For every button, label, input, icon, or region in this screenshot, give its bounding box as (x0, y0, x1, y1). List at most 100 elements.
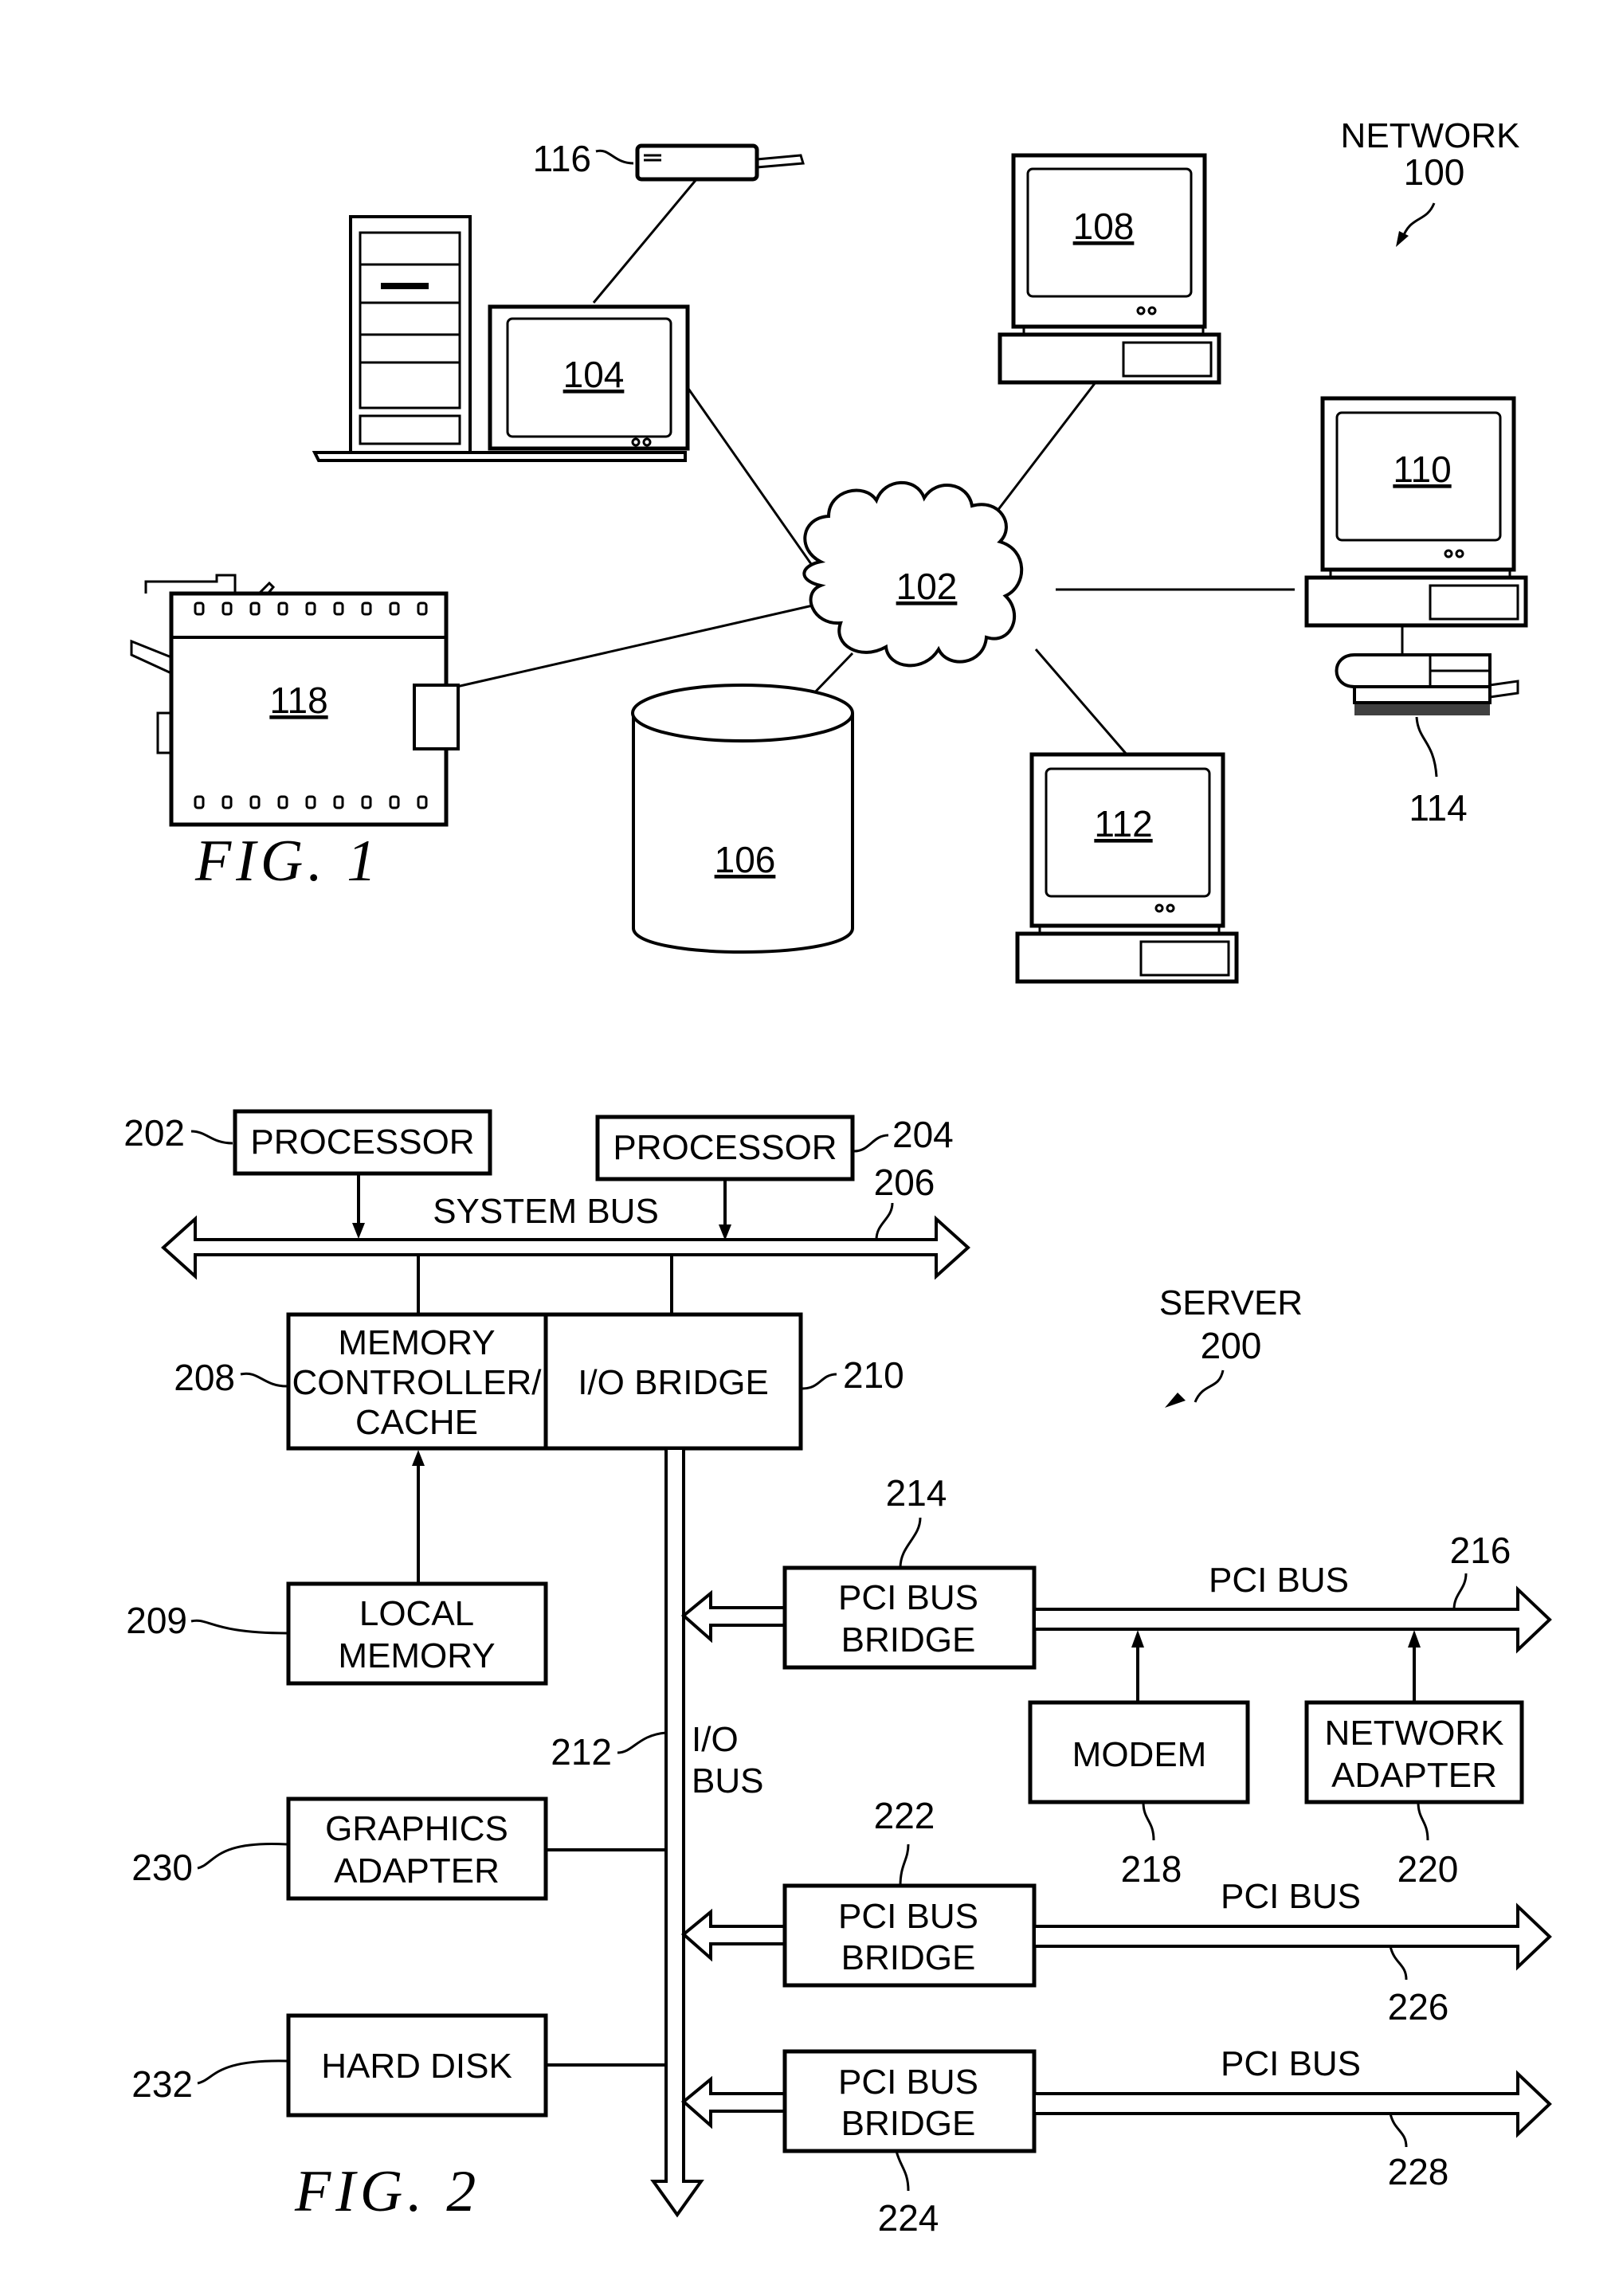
io-bus-label-2: BUS (692, 1761, 763, 1800)
system-bus-leader (875, 1202, 894, 1240)
network-title-ref: 100 (1404, 151, 1465, 193)
pci-bridge-214-line-2: BRIDGE (841, 1620, 976, 1659)
client-110: 110 (1304, 396, 1528, 628)
scanner-ref: 114 (1409, 787, 1467, 829)
server-ref: 104 (563, 354, 625, 395)
pci-bridge-214: PCI BUS BRIDGE 214 PCI BUS 216 (680, 1472, 1552, 1670)
pci-bus-228-label: PCI BUS (1221, 2044, 1361, 2083)
hard-disk-232: HARD DISK 232 (131, 2013, 666, 2118)
cloud-ref: 102 (896, 566, 958, 607)
pci-bridge-222: PCI BUS BRIDGE 222 PCI BUS 226 (680, 1795, 1552, 2028)
modem-cable (756, 154, 805, 169)
pci-bus-216-leader (1452, 1573, 1468, 1610)
server-104: 104 (312, 215, 690, 462)
local-memory-ref: 209 (126, 1600, 187, 1641)
client-112-ref: 112 (1094, 803, 1152, 844)
scanner-114: 114 (1335, 653, 1519, 829)
system-bus-ref: 206 (874, 1162, 935, 1203)
network-pointer-arrowhead (1396, 231, 1409, 247)
figure-2-caption: FIG. 2 (294, 2159, 480, 2224)
hard-disk-label: HARD DISK (321, 2047, 512, 2086)
paper-output (130, 639, 172, 675)
floppy-slot (381, 283, 429, 289)
modem-116: 116 (533, 138, 805, 182)
arrowhead (1131, 1630, 1144, 1648)
server-title: SERVER (1159, 1283, 1303, 1322)
pci-bridge-224: PCI BUS BRIDGE 224 PCI BUS 228 (680, 2044, 1552, 2239)
processor-204-leader (853, 1134, 889, 1153)
scanner-cable (1489, 680, 1519, 699)
pci-bridge-222-leader (899, 1843, 910, 1887)
processor-202-ref: 202 (123, 1112, 185, 1154)
local-memory-209: LOCAL MEMORY 209 (126, 1450, 548, 1686)
pci-bus-226-ref: 226 (1388, 1986, 1449, 2028)
system-bus-label: SYSTEM BUS (433, 1192, 659, 1231)
pci-bus-226-label: PCI BUS (1221, 1877, 1361, 1916)
network-cloud-102: 102 (802, 480, 1024, 668)
client-108: 108 (998, 153, 1221, 385)
pci-bridge-214-line-1: PCI BUS (838, 1578, 978, 1617)
server-pointer-arrowhead (1165, 1393, 1186, 1408)
storage-ref: 106 (715, 839, 776, 880)
printer-tray (144, 574, 237, 594)
pci-bridge-214-ref: 214 (886, 1472, 947, 1514)
arrowhead (352, 1223, 365, 1239)
processor-204-label: PROCESSOR (613, 1128, 837, 1167)
pci-bridge-222-line-2: BRIDGE (841, 1938, 976, 1977)
local-memory-leader (190, 1619, 288, 1635)
local-memory-line-2: MEMORY (338, 1636, 495, 1675)
pci-bridge-224-line-2: BRIDGE (841, 2104, 976, 2143)
pci-bridge-222-line-1: PCI BUS (838, 1897, 978, 1936)
pci-bus-216-label: PCI BUS (1209, 1561, 1349, 1600)
link-modem-116 (592, 173, 703, 304)
network-adapter-ref: 220 (1397, 1848, 1459, 1890)
scanner-leader (1415, 716, 1438, 778)
server-title-ref: 200 (1201, 1325, 1262, 1366)
pci-bus-226-leader (1389, 1945, 1408, 1981)
io-bridge-leader (802, 1373, 837, 1390)
arrowhead (1408, 1630, 1421, 1648)
io-bus-leader (617, 1731, 667, 1754)
modem-218: MODEM 218 (1028, 1630, 1250, 1890)
server-pointer (1194, 1369, 1225, 1403)
network-pointer (1401, 202, 1436, 240)
network-adapter-leader (1417, 1801, 1429, 1841)
cylinder-body (632, 713, 854, 954)
figure-1-caption: FIG. 1 (194, 829, 381, 894)
printer-ref: 118 (269, 680, 327, 721)
client-112: 112 (1015, 752, 1239, 984)
network-adapter-line-2: ADAPTER (1331, 1756, 1497, 1795)
hard-disk-leader (197, 2059, 288, 2085)
io-bridge-label: I/O BRIDGE (578, 1363, 769, 1402)
pci-bridge-214-leader (899, 1517, 922, 1569)
printer-port (413, 684, 460, 750)
network-adapter-220: NETWORK ADAPTER 220 (1304, 1630, 1524, 1890)
io-bus-ref: 212 (551, 1731, 612, 1773)
network-title: NETWORK (1341, 116, 1520, 155)
arrowhead (412, 1450, 425, 1466)
pci-bridge-222-io-arrow (680, 1908, 786, 1962)
pci-bridge-222-ref: 222 (874, 1795, 935, 1836)
graphics-adapter-230: GRAPHICS ADAPTER 230 (131, 1796, 666, 1901)
graphics-adapter-line-1: GRAPHICS (325, 1809, 508, 1848)
link-client-108 (990, 382, 1097, 519)
io-bridge-ref: 210 (843, 1354, 904, 1396)
graphics-adapter-leader (197, 1842, 288, 1870)
pci-bridge-224-ref: 224 (878, 2197, 939, 2239)
processor-202-label: PROCESSOR (250, 1123, 474, 1162)
desk-base (312, 451, 687, 462)
network-links (445, 173, 1404, 766)
io-bridge-210: I/O BRIDGE 210 (543, 1312, 904, 1451)
modem-body (635, 143, 759, 182)
network-adapter-line-1: NETWORK (1325, 1714, 1504, 1753)
memory-controller-leader (240, 1372, 288, 1388)
pci-bus-228-leader (1389, 2113, 1408, 2148)
patent-drawing-sheet: 102 104 116 108 110 114 118 106 112 NETW… (123, 116, 1552, 2239)
pci-bridge-214-io-arrow (680, 1589, 786, 1644)
graphics-adapter-line-2: ADAPTER (334, 1851, 500, 1890)
client-108-ref: 108 (1073, 206, 1135, 247)
modem-218-label: MODEM (1072, 1735, 1207, 1774)
io-bus-label-1: I/O (692, 1720, 739, 1759)
link-printer-118 (445, 604, 813, 691)
pci-bridge-224-leader (895, 2150, 910, 2192)
